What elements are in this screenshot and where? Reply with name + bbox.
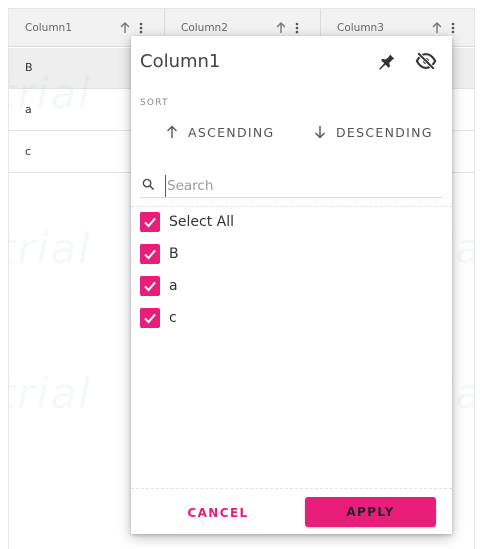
checkmark-icon — [144, 249, 156, 260]
sort-ascending-button[interactable]: ASCENDING — [165, 122, 275, 142]
pin-icon[interactable] — [375, 50, 397, 72]
trial-watermark: trial — [8, 224, 92, 273]
column-header-label: Column2 — [181, 22, 228, 34]
table-cell: c — [25, 145, 32, 158]
arrow-down-icon — [315, 126, 325, 139]
search-icon — [142, 178, 155, 191]
item-label: a — [169, 278, 178, 294]
eye-off-icon[interactable] — [414, 50, 438, 72]
item-label: B — [169, 246, 179, 262]
list-item[interactable]: a — [140, 275, 178, 297]
search-input[interactable] — [165, 175, 435, 197]
arrow-up-icon[interactable] — [430, 21, 444, 35]
checkbox[interactable] — [140, 212, 160, 232]
kebab-menu-icon[interactable] — [138, 21, 144, 35]
column-filter-popup: Column1 SORT ASCENDING DESCENDING Select… — [131, 36, 452, 534]
checkmark-icon — [144, 281, 156, 292]
arrow-up-icon[interactable] — [118, 21, 132, 35]
select-all-item[interactable]: Select All — [140, 211, 234, 233]
table-cell: a — [25, 103, 32, 116]
checkmark-icon — [144, 217, 156, 228]
checkbox[interactable] — [140, 244, 160, 264]
arrow-up-icon[interactable] — [274, 21, 288, 35]
sort-descending-label: DESCENDING — [336, 124, 433, 140]
item-label: Select All — [169, 214, 234, 230]
sort-ascending-label: ASCENDING — [188, 124, 275, 140]
list-item[interactable]: c — [140, 307, 177, 329]
list-item[interactable]: B — [140, 243, 179, 265]
kebab-menu-icon[interactable] — [450, 21, 456, 35]
divider — [131, 206, 452, 207]
search-field — [140, 174, 443, 198]
item-label: c — [169, 310, 177, 326]
divider — [131, 488, 452, 489]
checkbox[interactable] — [140, 308, 160, 328]
cancel-button[interactable]: CANCEL — [173, 502, 263, 524]
sort-section-label: SORT — [140, 98, 169, 108]
column-header-label: Column3 — [337, 22, 384, 34]
checkmark-icon — [144, 313, 156, 324]
column-header-label: Column1 — [25, 22, 72, 34]
sort-descending-button[interactable]: DESCENDING — [313, 122, 433, 142]
popup-title: Column1 — [140, 51, 221, 72]
table-cell: B — [25, 61, 33, 74]
checkbox[interactable] — [140, 276, 160, 296]
trial-watermark: trial — [8, 369, 92, 418]
kebab-menu-icon[interactable] — [294, 21, 300, 35]
apply-button[interactable]: APPLY — [305, 497, 436, 527]
arrow-up-icon — [167, 125, 177, 138]
